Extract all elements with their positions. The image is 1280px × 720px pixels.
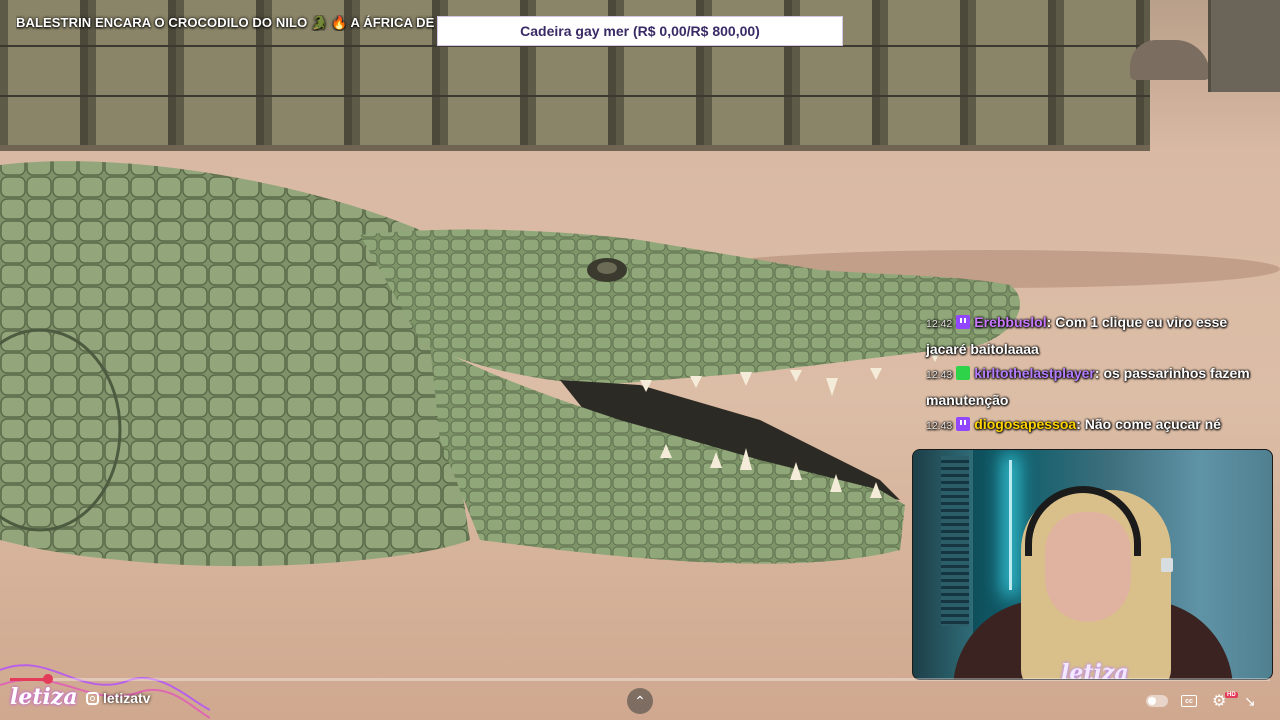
chat-text: Não come açucar né	[1084, 416, 1221, 432]
letiza-logo: letiza	[10, 684, 78, 710]
stream-title: BALESTRIN ENCARA O CROCODILO DO NILO 🐊 🔥…	[16, 15, 436, 30]
ring-light	[1009, 460, 1012, 590]
donation-goal-bar: Cadeira gay mer (R$ 0,00/R$ 800,00)	[437, 16, 843, 46]
captions-icon[interactable]: cc	[1181, 695, 1197, 707]
chat-message: 12:43 kirltothelastplayer: os passarinhos…	[926, 365, 1250, 408]
webcam-overlay: letiza	[912, 449, 1273, 680]
progress-scrubber[interactable]	[42, 674, 53, 684]
chat-timestamp: 12:42	[926, 318, 953, 330]
chat-username: kirltothelastplayer	[974, 365, 1095, 381]
chat-timestamp: 12:43	[926, 369, 953, 381]
collapse-icon[interactable]: ↘	[1244, 692, 1256, 710]
chat-text: Com 1 clique eu viro esse jacaré baitola…	[926, 314, 1228, 357]
instagram-handle: letizatv	[103, 690, 151, 706]
chat-message: 12:43 diogosapessoa: Não come açucar né	[926, 416, 1221, 432]
chat-username: diogosapessoa	[974, 416, 1077, 432]
video-progress-bar[interactable]	[10, 674, 1270, 684]
hd-badge: HD	[1225, 692, 1238, 698]
twitch-badge-icon	[956, 315, 971, 329]
green-badge-icon	[956, 366, 971, 380]
chat-username: Erebbuslol	[974, 314, 1047, 330]
wall-outlet	[1161, 558, 1173, 572]
autoplay-toggle[interactable]	[1146, 695, 1168, 707]
chat-overlay: 12:42 Erebbuslol: Com 1 clique eu viro es…	[926, 310, 1266, 439]
donation-goal-text: Cadeira gay mer (R$ 0,00/R$ 800,00)	[520, 23, 760, 39]
chat-message: 12:42 Erebbuslol: Com 1 clique eu viro es…	[926, 314, 1228, 357]
instagram-icon	[86, 691, 99, 705]
chat-timestamp: 12:43	[926, 420, 953, 432]
social-handle-row: letizatv	[86, 690, 150, 706]
webcam-logo: letiza	[1061, 660, 1129, 680]
chevron-up-icon[interactable]: ⌃	[627, 688, 653, 714]
twitch-badge-icon	[956, 417, 971, 431]
